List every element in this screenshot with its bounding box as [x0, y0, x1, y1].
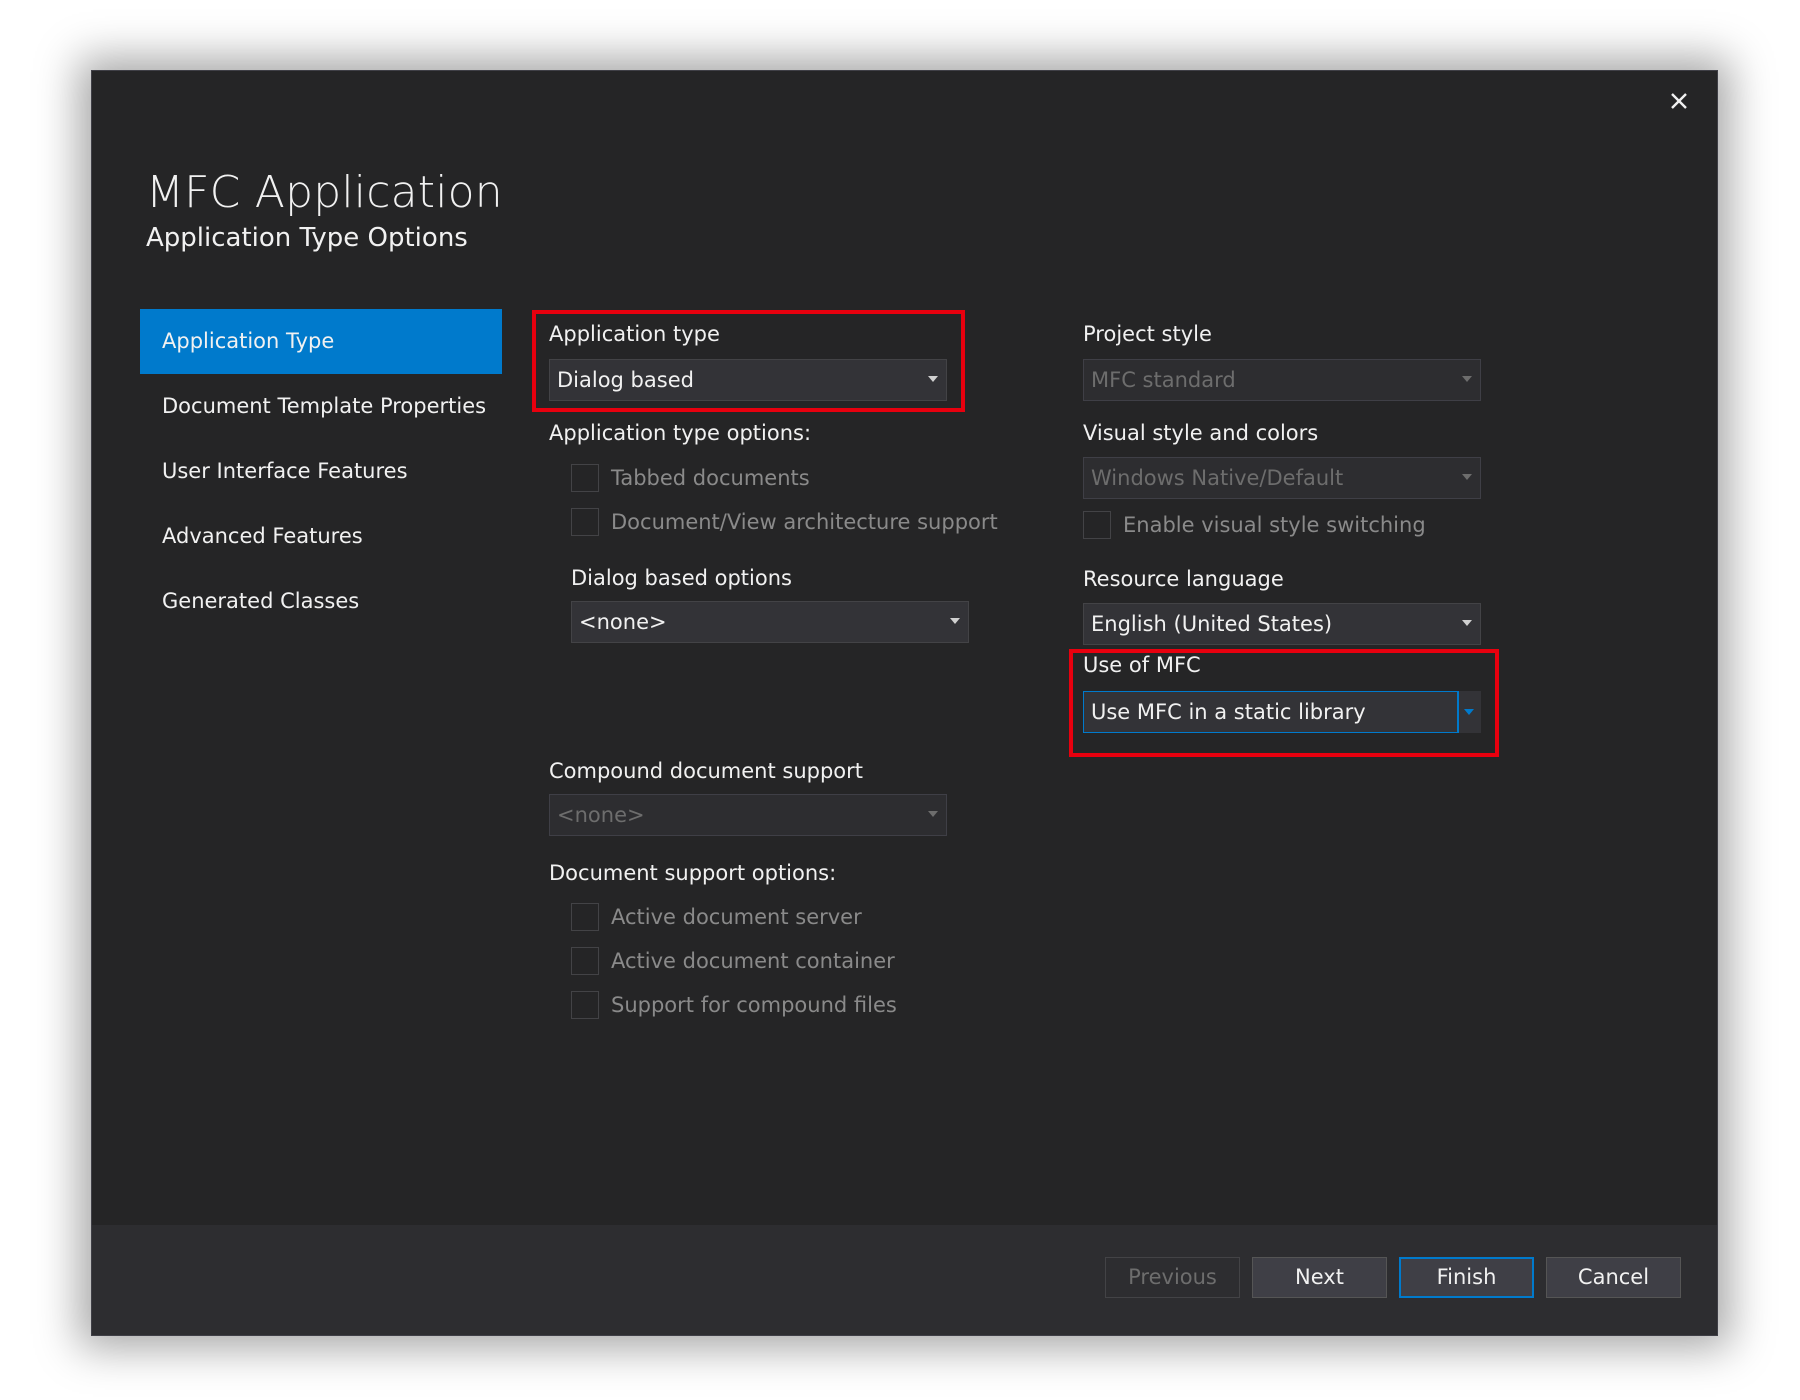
checkbox-box — [571, 464, 599, 492]
chevron-down-icon — [950, 618, 960, 624]
chevron-down-icon — [928, 376, 938, 382]
active-doc-container-checkbox[interactable]: Active document container — [571, 947, 895, 975]
use-of-mfc-select[interactable]: Use MFC in a static library — [1083, 691, 1481, 733]
project-style-select[interactable]: MFC standard — [1083, 359, 1481, 401]
compound-document-select[interactable]: <none> — [549, 794, 947, 836]
visual-style-value: Windows Native/Default — [1091, 466, 1344, 490]
project-style-label: Project style — [1083, 322, 1212, 346]
enable-switching-label: Enable visual style switching — [1123, 513, 1426, 537]
resource-language-value: English (United States) — [1091, 612, 1333, 636]
wizard-nav: Application Type Document Template Prope… — [140, 309, 502, 634]
cancel-button[interactable]: Cancel — [1546, 1257, 1681, 1298]
project-style-value: MFC standard — [1091, 368, 1236, 392]
use-of-mfc-label: Use of MFC — [1083, 653, 1201, 677]
compound-document-value: <none> — [557, 803, 645, 827]
chevron-down-icon — [928, 811, 938, 817]
mfc-application-dialog: MFC Application Application Type Options… — [91, 70, 1718, 1336]
doc-view-support-label: Document/View architecture support — [611, 510, 998, 534]
visual-style-select[interactable]: Windows Native/Default — [1083, 457, 1481, 499]
enable-visual-style-switching-checkbox[interactable]: Enable visual style switching — [1083, 511, 1426, 539]
nav-item-document-template-properties[interactable]: Document Template Properties — [140, 374, 502, 439]
chevron-down-icon — [1464, 709, 1474, 715]
checkbox-box — [571, 947, 599, 975]
resource-language-label: Resource language — [1083, 567, 1284, 591]
next-button[interactable]: Next — [1252, 1257, 1387, 1298]
resource-language-select[interactable]: English (United States) — [1083, 603, 1481, 645]
compound-files-checkbox[interactable]: Support for compound files — [571, 991, 897, 1019]
chevron-down-icon — [1462, 376, 1472, 382]
dialog-title: MFC Application — [146, 167, 503, 218]
dialog-footer: Previous Next Finish Cancel — [92, 1225, 1717, 1335]
close-icon — [1671, 93, 1687, 109]
app-type-options-label: Application type options: — [549, 421, 812, 445]
nav-item-user-interface-features[interactable]: User Interface Features — [140, 439, 502, 504]
active-doc-server-label: Active document server — [611, 905, 862, 929]
active-doc-container-label: Active document container — [611, 949, 895, 973]
dialog-options-label: Dialog based options — [571, 566, 792, 590]
active-doc-server-checkbox[interactable]: Active document server — [571, 903, 862, 931]
visual-style-label: Visual style and colors — [1083, 421, 1319, 445]
dialog-options-select[interactable]: <none> — [571, 601, 969, 643]
application-type-select[interactable]: Dialog based — [549, 359, 947, 401]
nav-item-advanced-features[interactable]: Advanced Features — [140, 504, 502, 569]
previous-button[interactable]: Previous — [1105, 1257, 1240, 1298]
nav-item-application-type[interactable]: Application Type — [140, 309, 502, 374]
dialog-subtitle: Application Type Options — [146, 223, 468, 253]
close-button[interactable] — [1663, 85, 1695, 117]
checkbox-box — [571, 903, 599, 931]
chevron-down-icon — [1462, 474, 1472, 480]
use-of-mfc-value: Use MFC in a static library — [1091, 700, 1366, 724]
application-type-value: Dialog based — [557, 368, 694, 392]
checkbox-box — [571, 991, 599, 1019]
chevron-down-icon — [1462, 620, 1472, 626]
doc-support-options-label: Document support options: — [549, 861, 837, 885]
compound-document-label: Compound document support — [549, 759, 864, 783]
nav-item-generated-classes[interactable]: Generated Classes — [140, 569, 502, 634]
tabbed-documents-checkbox[interactable]: Tabbed documents — [571, 464, 810, 492]
finish-button[interactable]: Finish — [1399, 1257, 1534, 1298]
doc-view-support-checkbox[interactable]: Document/View architecture support — [571, 508, 998, 536]
compound-files-label: Support for compound files — [611, 993, 897, 1017]
checkbox-box — [1083, 511, 1111, 539]
application-type-label: Application type — [549, 322, 720, 346]
checkbox-box — [571, 508, 599, 536]
dialog-options-value: <none> — [579, 610, 667, 634]
tabbed-documents-label: Tabbed documents — [611, 466, 810, 490]
dropdown-button[interactable] — [1457, 691, 1481, 733]
